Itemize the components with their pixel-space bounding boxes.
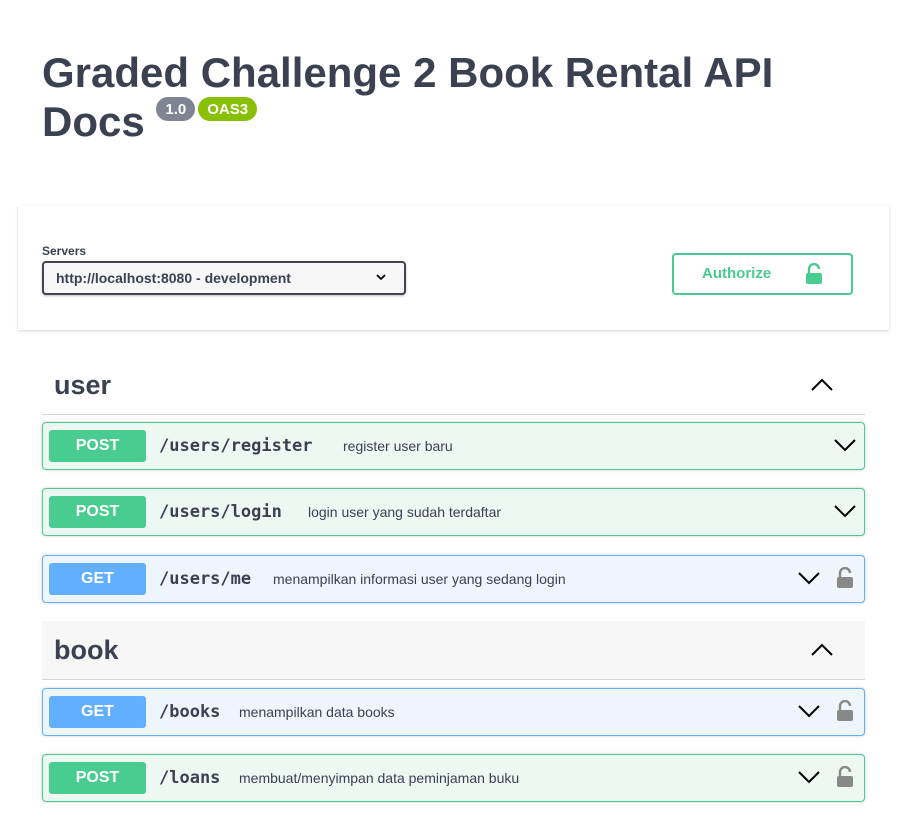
tag-user: user bbox=[42, 356, 865, 415]
operation-summary: register user baru bbox=[343, 438, 453, 454]
method-badge: POST bbox=[49, 496, 146, 528]
lock-icon[interactable] bbox=[836, 567, 854, 589]
operation-summary: menampilkan data books bbox=[239, 704, 395, 720]
tag-header-book[interactable]: book bbox=[42, 621, 865, 680]
operation-path: /books bbox=[159, 702, 221, 722]
tag-name: book bbox=[54, 635, 119, 665]
operation-path: /users/register bbox=[159, 436, 313, 456]
chevron-up-icon[interactable] bbox=[811, 378, 833, 392]
operation-path: /users/login bbox=[159, 502, 282, 522]
server-select[interactable]: http://localhost:8080 - development bbox=[42, 261, 406, 295]
chevron-down-icon[interactable] bbox=[834, 504, 856, 518]
version-badge: 1.0 bbox=[156, 97, 196, 121]
api-title: Graded Challenge 2 Book Rental API Docs … bbox=[42, 48, 842, 146]
scheme-container: Servers http://localhost:8080 - developm… bbox=[18, 206, 889, 330]
tag-book: book bbox=[42, 621, 865, 680]
opblock-post-loans[interactable]: POST /loans membuat/menyimpan data pemin… bbox=[42, 754, 865, 802]
oas-badge: OAS3 bbox=[198, 97, 258, 121]
authorize-label: Authorize bbox=[702, 265, 772, 282]
method-badge: POST bbox=[49, 430, 146, 462]
operation-summary: membuat/menyimpan data peminjaman buku bbox=[239, 770, 520, 786]
method-badge: GET bbox=[49, 563, 146, 595]
opblock-post-users-login[interactable]: POST /users/login login user yang sudah … bbox=[42, 488, 865, 536]
operation-path: /users/me bbox=[159, 569, 252, 589]
authorize-button[interactable]: Authorize bbox=[672, 253, 853, 295]
opblock-get-books[interactable]: GET /books menampilkan data books bbox=[42, 688, 865, 736]
chevron-down-icon[interactable] bbox=[798, 571, 820, 585]
chevron-down-icon[interactable] bbox=[834, 438, 856, 452]
opblock-post-users-register[interactable]: POST /users/register register user baru bbox=[42, 422, 865, 470]
server-select-value: http://localhost:8080 - development bbox=[56, 270, 291, 286]
operation-summary: login user yang sudah terdaftar bbox=[308, 504, 502, 520]
chevron-down-icon[interactable] bbox=[798, 770, 820, 784]
chevron-up-icon[interactable] bbox=[811, 643, 833, 657]
api-info: Graded Challenge 2 Book Rental API Docs … bbox=[42, 48, 842, 146]
lock-icon[interactable] bbox=[836, 700, 854, 722]
servers-label: Servers bbox=[42, 244, 87, 258]
api-title-text: Graded Challenge 2 Book Rental API Docs bbox=[42, 49, 774, 145]
tag-name: user bbox=[54, 370, 112, 400]
method-badge: POST bbox=[49, 762, 146, 794]
method-badge: GET bbox=[49, 696, 146, 728]
operation-path: /loans bbox=[159, 768, 221, 788]
lock-icon[interactable] bbox=[836, 766, 854, 788]
chevron-down-icon bbox=[376, 274, 386, 281]
chevron-down-icon[interactable] bbox=[798, 704, 820, 718]
opblock-get-users-me[interactable]: GET /users/me menampilkan informasi user… bbox=[42, 555, 865, 603]
unlocked-icon bbox=[806, 263, 822, 284]
tag-header-user[interactable]: user bbox=[42, 356, 865, 415]
operation-summary: menampilkan informasi user yang sedang l… bbox=[273, 571, 566, 587]
